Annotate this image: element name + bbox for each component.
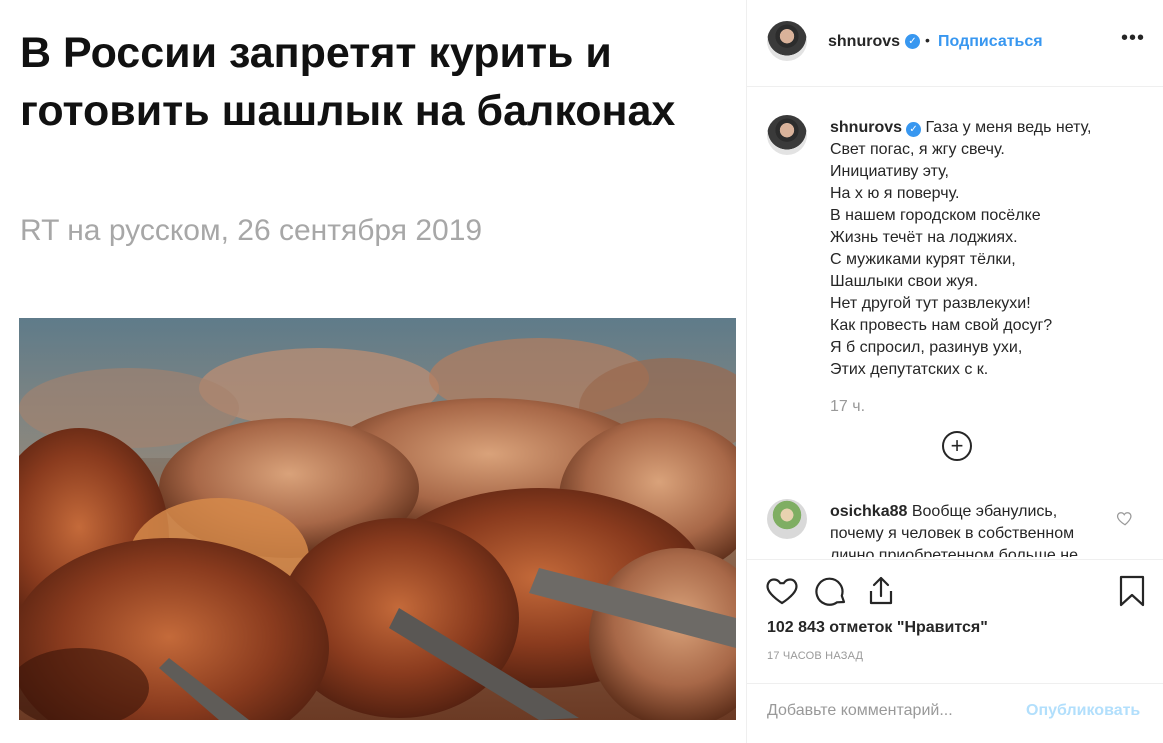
comment-input[interactable] bbox=[767, 702, 1017, 720]
plus-circle-icon[interactable]: + bbox=[942, 431, 972, 461]
caption-line: Инициативу эту, bbox=[830, 163, 949, 180]
caption-timestamp[interactable]: 17 ч. bbox=[830, 398, 865, 416]
caption-line: На х ю я поверчу. bbox=[830, 185, 960, 202]
caption-text: shnurovs ✓ Газа у меня ведь нету, Свет по… bbox=[830, 117, 1150, 381]
verified-badge-icon: ✓ bbox=[905, 34, 920, 49]
caption-line: Я б спросил, разинув ухи, bbox=[830, 339, 1023, 356]
comment-item: osichka88 Вообще эбанулись, почему я чел… bbox=[747, 487, 1163, 557]
kebab-photo bbox=[19, 318, 736, 720]
kebab-illustration bbox=[19, 318, 736, 720]
commenter-avatar[interactable] bbox=[767, 499, 807, 539]
post-header: shnurovs ✓ • Подписаться ••• bbox=[747, 0, 1163, 87]
header-dot: • bbox=[925, 32, 930, 48]
caption-line: Нет другой тут развлекухи! bbox=[830, 295, 1031, 312]
comment-icon[interactable] bbox=[815, 574, 849, 608]
caption-line: Жизнь течёт на лоджиях. bbox=[830, 229, 1018, 246]
article-headline: В России запретят курить и готовить шашл… bbox=[20, 29, 676, 135]
comment-like-heart-icon[interactable] bbox=[1116, 509, 1134, 527]
publish-button[interactable]: Опубликовать bbox=[1026, 702, 1140, 720]
comment-box-divider bbox=[747, 683, 1163, 684]
caption-line: С мужиками курят тёлки, bbox=[830, 251, 1016, 268]
more-options-button[interactable]: ••• bbox=[1121, 27, 1145, 50]
caption-line: Шашлыки свои жуя. bbox=[830, 273, 979, 290]
likes-count[interactable]: 102 843 отметок "Нравится" bbox=[767, 619, 988, 637]
post-image-area: В России запретят курить и готовить шашл… bbox=[0, 0, 746, 743]
caption-line: Свет погас, я жгу свечу. bbox=[830, 141, 1005, 158]
share-icon[interactable] bbox=[864, 574, 898, 608]
article-source: RT на русском, 26 сентября 2019 bbox=[20, 214, 483, 247]
caption-line: Как провесть нам свой досуг? bbox=[830, 317, 1053, 334]
caption-author-avatar[interactable] bbox=[767, 115, 807, 155]
post-side-panel: shnurovs ✓ • Подписаться ••• shnurovs ✓ Г… bbox=[747, 0, 1163, 743]
bookmark-icon[interactable] bbox=[1115, 574, 1149, 608]
posted-time[interactable]: 17 часов назад bbox=[767, 650, 863, 662]
comment-text: osichka88 Вообще эбанулись, почему я чел… bbox=[830, 501, 1110, 557]
heart-icon[interactable] bbox=[765, 574, 799, 608]
caption-line: Этих депутатских с к. bbox=[830, 361, 989, 378]
commenter-username[interactable]: osichka88 bbox=[830, 503, 907, 520]
caption-line: В нашем городском посёлке bbox=[830, 207, 1041, 224]
follow-button[interactable]: Подписаться bbox=[938, 33, 1043, 51]
post-caption: shnurovs ✓ Газа у меня ведь нету, Свет по… bbox=[747, 87, 1163, 487]
caption-line: Газа у меня ведь нету, bbox=[925, 119, 1092, 136]
post-actions bbox=[747, 560, 1163, 620]
author-username[interactable]: shnurovs bbox=[828, 33, 900, 51]
author-avatar[interactable] bbox=[767, 21, 807, 61]
caption-verified-badge-icon: ✓ bbox=[906, 122, 922, 137]
caption-username[interactable]: shnurovs bbox=[830, 119, 902, 136]
